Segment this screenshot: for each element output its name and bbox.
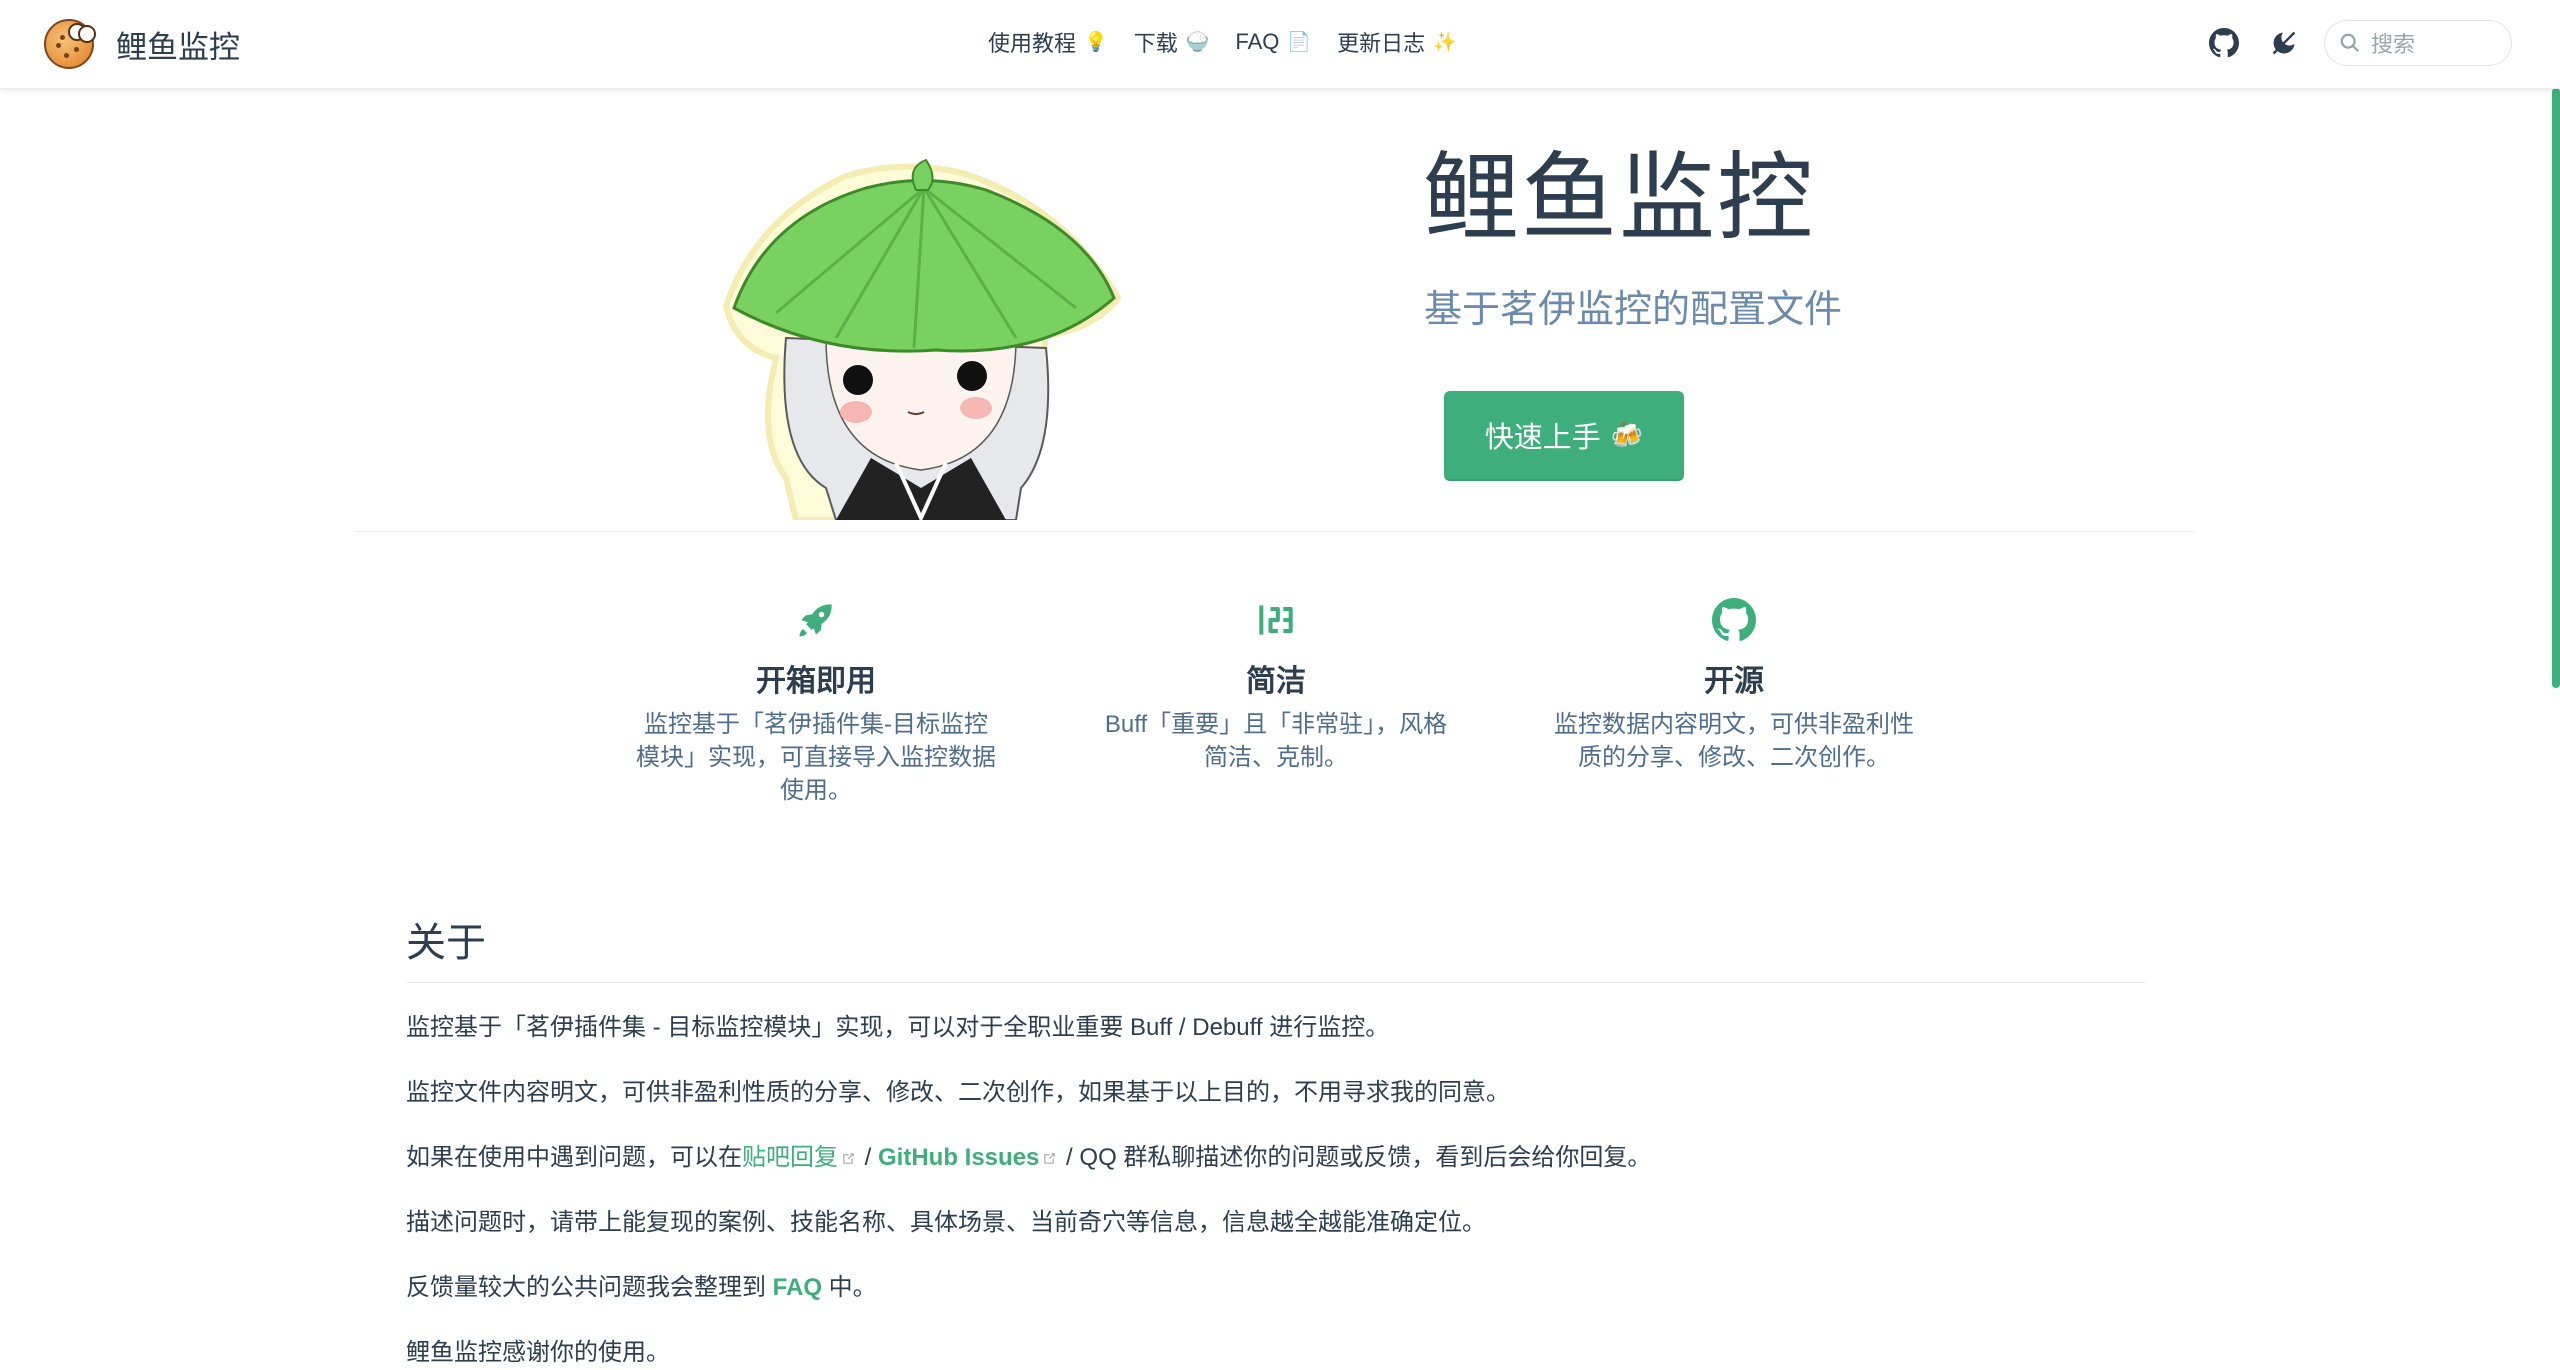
feature-line: Buff「重要」且「非常驻」，风格 [1104, 711, 1448, 738]
about-paragraph: 鲤鱼监控感谢你的使用。 [406, 1339, 670, 1366]
feature-line: 模块」实现，可直接导入监控数据 [636, 744, 996, 771]
nav-links: 使用教程 💡 下载 🍚 FAQ 📄 更新日志 ✨ [988, 26, 1483, 58]
nav-right: 搜索 [2204, 20, 2512, 66]
hero-divider [356, 531, 2194, 532]
search-input[interactable]: 搜索 [2324, 20, 2512, 66]
link-label: GitHub Issues [878, 1144, 1040, 1171]
feature-description: 监控基于「茗伊插件集-目标监控 模块」实现，可直接导入监控数据 使用。 [626, 708, 1006, 807]
about-paragraph: 监控文件内容明文，可供非盈利性质的分享、修改、二次创作，如果基于以上目的，不用寻… [406, 1079, 1510, 1106]
search-placeholder: 搜索 [2371, 32, 2416, 57]
theme-toggle-icon[interactable] [2264, 23, 2304, 63]
nav-link-label: 下载 [1133, 31, 1178, 56]
feature-line: 质的分享、修改、二次创作。 [1578, 744, 1890, 771]
feature-title: 开箱即用 [756, 665, 876, 698]
site-logo [44, 19, 96, 69]
feature-line: 监控基于「茗伊插件集-目标监控 [644, 711, 988, 738]
faq-link[interactable]: FAQ [773, 1274, 822, 1301]
external-link-icon [1044, 1153, 1056, 1164]
page-icon: 📄 [1287, 32, 1312, 53]
about-paragraph: 描述问题时，请带上能复现的案例、技能名称、具体场景、当前奇穴等信息，信息越全越能… [406, 1209, 1486, 1236]
external-link-icon [843, 1153, 854, 1164]
feature-line: 监控数据内容明文，可供非盈利性 [1554, 711, 1914, 738]
hero-description: 基于茗伊监控的配置文件 [1424, 289, 1843, 331]
sparkles-icon: ✨ [1433, 32, 1457, 53]
feature-line: 使用。 [780, 777, 852, 804]
feature-open-source: 开源 监控数据内容明文，可供非盈利性 质的分享、修改、二次创作。 [1544, 598, 1924, 774]
nav-link-tutorial[interactable]: 使用教程 💡 [988, 26, 1108, 58]
nav-link-label: 更新日志 [1337, 31, 1426, 56]
text: 如果在使用中遇到问题，可以在 [406, 1144, 742, 1171]
about-paragraph-faq: 反馈量较大的公共问题我会整理到 FAQ 中。 [406, 1271, 2146, 1305]
nav-link-faq[interactable]: FAQ 📄 [1235, 29, 1311, 55]
hero-image [716, 158, 1128, 523]
rice-bowl-icon: 🍚 [1185, 32, 1210, 53]
home-link[interactable]: 鲤鱼监控 [44, 18, 240, 70]
about-heading: 关于 [406, 910, 2146, 983]
nav-link-label: FAQ [1235, 29, 1280, 54]
about-paragraph: 监控基于「茗伊插件集 - 目标监控模块」实现，可以对于全职业重要 Buff / … [406, 1014, 1390, 1041]
github-issues-link[interactable]: GitHub Issues [878, 1144, 1059, 1171]
link-label: 贴吧回复 [742, 1144, 838, 1171]
search-icon [2340, 33, 2360, 53]
github-icon[interactable] [2204, 23, 2244, 63]
get-started-label: 快速上手 [1484, 422, 1601, 454]
beer-mugs-icon: 🍻 [1610, 419, 1644, 450]
text: / QQ 群私聊描述你的问题或反馈，看到后会给你回复。 [1059, 1144, 1652, 1171]
tieba-link[interactable]: 贴吧回复 [742, 1144, 858, 1171]
feature-line: 简洁、克制。 [1204, 744, 1348, 771]
nav-link-label: 使用教程 [988, 31, 1077, 56]
navbar: 鲤鱼监控 使用教程 💡 下载 🍚 FAQ 📄 更新日志 ✨ 搜索 [0, 0, 2560, 89]
scrollbar[interactable] [2552, 88, 2560, 688]
nav-link-changelog[interactable]: 更新日志 ✨ [1337, 26, 1457, 58]
hero-title: 鲤鱼监控 [1423, 145, 1815, 252]
site-title[interactable]: 鲤鱼监控 [116, 22, 240, 67]
text: / [858, 1144, 879, 1171]
github-icon [1712, 598, 1756, 641]
feature-description: 监控数据内容明文，可供非盈利性 质的分享、修改、二次创作。 [1544, 708, 1924, 774]
feature-title: 开源 [1704, 665, 1764, 698]
rocket-icon [799, 604, 832, 637]
about-section: 关于 监控基于「茗伊插件集 - 目标监控模块」实现，可以对于全职业重要 Buff… [406, 910, 2146, 1370]
about-paragraph-feedback: 如果在使用中遇到问题，可以在贴吧回复 / GitHub Issues / QQ … [406, 1141, 2146, 1175]
feature-title: 简洁 [1246, 665, 1306, 698]
feature-out-of-box: 开箱即用 监控基于「茗伊插件集-目标监控 模块」实现，可直接导入监控数据 使用。 [626, 598, 1006, 807]
feature-description: Buff「重要」且「非常驻」，风格 简洁、克制。 [1086, 708, 1466, 774]
get-started-button[interactable]: 快速上手 🍻 [1444, 391, 1684, 481]
text: 反馈量较大的公共问题我会整理到 [406, 1274, 773, 1301]
feature-simple: 简洁 Buff「重要」且「非常驻」，风格 简洁、克制。 [1086, 598, 1466, 774]
nav-link-download[interactable]: 下载 🍚 [1134, 26, 1210, 58]
numbers-icon [1259, 605, 1293, 635]
text: 中。 [822, 1274, 877, 1301]
lightbulb-icon: 💡 [1084, 32, 1108, 53]
